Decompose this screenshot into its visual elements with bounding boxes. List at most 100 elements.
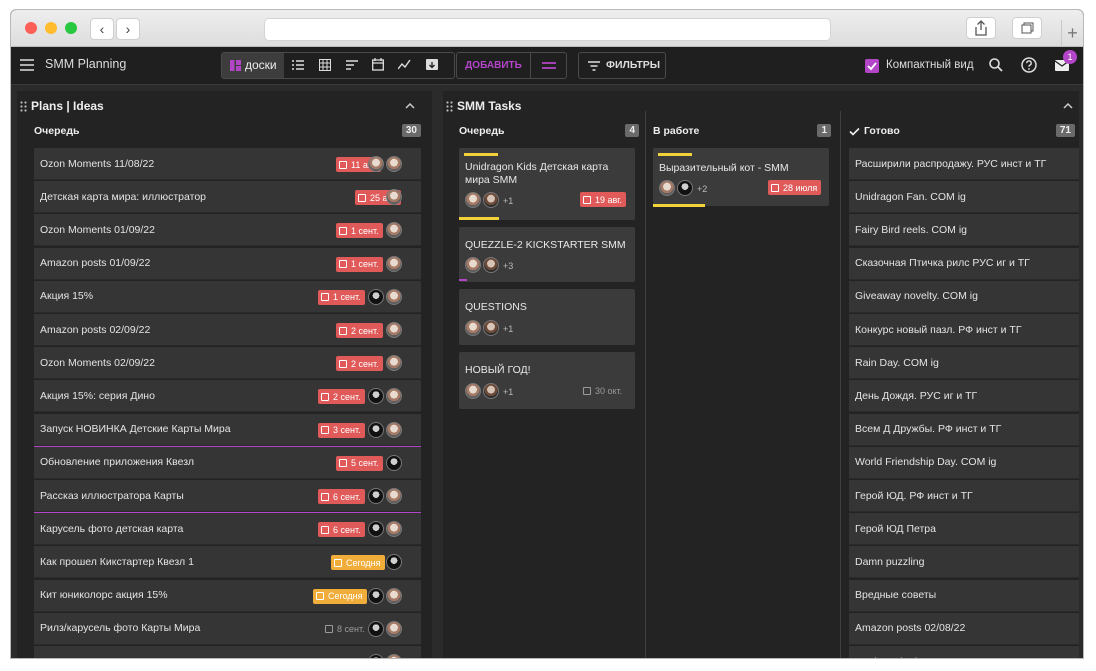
minimize-window-icon[interactable] [45, 22, 57, 34]
address-bar[interactable] [264, 18, 831, 41]
avatar[interactable] [368, 156, 384, 172]
avatar[interactable] [368, 620, 384, 637]
avatar[interactable] [386, 654, 402, 658]
avatar[interactable] [386, 421, 402, 438]
chart-view-icon[interactable] [398, 59, 411, 70]
avatar[interactable] [368, 587, 384, 604]
avatar[interactable] [386, 587, 402, 604]
avatar[interactable] [386, 222, 402, 239]
avatar[interactable] [677, 180, 693, 196]
avatar[interactable] [386, 355, 402, 372]
avatar[interactable] [368, 488, 384, 504]
back-icon[interactable]: ‹ [90, 18, 114, 40]
menu-icon[interactable] [19, 57, 35, 73]
list-item[interactable]: Запуск НОВИНКА Детские Карты Мира 3 сент. [34, 413, 421, 446]
list-item[interactable]: Герой ЮД Петра [849, 513, 1079, 546]
avatar[interactable] [386, 620, 402, 637]
avatar[interactable] [386, 255, 402, 272]
list-item[interactable]: Карусель фото детская карта 6 сент. [34, 512, 421, 546]
avatar[interactable] [368, 288, 384, 305]
help-icon[interactable] [1021, 57, 1037, 73]
due-date-badge: 6 сент. [318, 489, 365, 504]
list-item[interactable]: Герой ЮД. РФ инст и ТГ [849, 480, 1079, 512]
filters-button[interactable]: ФИЛЬТРЫ [578, 52, 666, 79]
list-item[interactable]: Рассказ иллюстратора Карты 6 сент. [34, 480, 421, 512]
avatar[interactable] [465, 320, 481, 336]
list-item[interactable]: Ozon Moments 11/08/22 11 авг. [34, 148, 421, 180]
avatar[interactable] [386, 521, 402, 538]
avatar[interactable] [483, 192, 499, 208]
gantt-view-icon[interactable] [346, 60, 358, 71]
share-icon[interactable] [966, 17, 996, 39]
table-view-icon[interactable] [319, 59, 331, 71]
list-item[interactable]: Ozon Moments 02/09/22 2 сент. [34, 347, 421, 380]
forward-icon[interactable]: › [116, 18, 140, 40]
list-item[interactable]: Всем Д Дружбы. РФ инст и ТГ [849, 413, 1079, 446]
list-item[interactable]: Amazon posts 02/09/22 2 сент. [34, 314, 421, 346]
list-item[interactable]: Расширили распродажу. РУС инст и ТГ [849, 148, 1079, 180]
list-item[interactable]: Как прошел Кикстартер Квезл 1 Сегодня [34, 546, 421, 579]
avatar[interactable] [465, 192, 481, 208]
avatar[interactable] [368, 421, 384, 438]
list-item[interactable]: Акция 15% 1 сент. [34, 280, 421, 313]
task-card[interactable]: QUESTIONS +1 [459, 289, 635, 345]
avatar[interactable] [483, 257, 499, 273]
list-item[interactable]: Damn puzzling [849, 546, 1079, 579]
avatar[interactable] [465, 383, 481, 399]
compact-view-checkbox[interactable] [865, 59, 879, 73]
avatar[interactable] [368, 388, 384, 405]
list-item[interactable]: Giveaway novelty. COM ig [849, 280, 1079, 313]
task-card[interactable]: НОВЫЙ ГОД! +1 30 окт. [459, 352, 635, 409]
list-item[interactable]: Акция 15%: серия Дино 2 сент. [34, 380, 421, 413]
list-item[interactable]: Рилз/карусель фото Карты Мира 8 сент. [34, 612, 421, 645]
tabs-icon[interactable] [1012, 17, 1042, 39]
drag-handle-icon[interactable] [20, 101, 27, 112]
list-item[interactable]: Fairy Bird reels. COM ig [849, 214, 1079, 247]
drag-handle-icon[interactable] [446, 101, 453, 112]
search-icon[interactable] [989, 58, 1003, 72]
avatar[interactable] [386, 156, 402, 172]
list-item[interactable]: Сказочная Птичка рилс РУС иг и ТГ [849, 247, 1079, 280]
list-item[interactable]: Ozon Moments 01/09/22 1 сент. [34, 214, 421, 247]
maximize-window-icon[interactable] [65, 22, 77, 34]
list-item[interactable]: Amazon posts 02/08/22 [849, 612, 1079, 645]
calendar-view-icon[interactable] [372, 58, 384, 71]
avatar[interactable] [465, 257, 481, 273]
avatar[interactable] [386, 322, 402, 338]
close-window-icon[interactable] [25, 22, 37, 34]
avatar[interactable] [386, 288, 402, 305]
new-tab-icon[interactable]: + [1061, 20, 1083, 47]
add-button[interactable]: ДОБАВИТЬ [457, 53, 531, 78]
archive-view-icon[interactable] [426, 58, 438, 71]
list-item[interactable]: Rain Day. COM ig [849, 347, 1079, 380]
list-view-icon[interactable] [292, 60, 304, 71]
avatar[interactable] [386, 488, 402, 504]
task-card[interactable]: QUEZZLE-2 KICKSTARTER SMM +3 [459, 227, 635, 282]
calendar-icon [339, 260, 347, 269]
list-item[interactable]: Unidragon Fan. COM ig [849, 181, 1079, 214]
collapse-icon[interactable] [405, 102, 415, 109]
avatar[interactable] [368, 521, 384, 538]
avatar[interactable] [483, 383, 499, 399]
list-item[interactable]: Amazon posts 01/09/22 1 сент. [34, 247, 421, 280]
avatar[interactable] [386, 554, 402, 571]
avatar[interactable] [386, 454, 402, 471]
avatar[interactable] [483, 320, 499, 336]
list-item[interactable]: Вредные советы [849, 579, 1079, 612]
add-more-icon[interactable] [542, 62, 556, 69]
avatar[interactable] [659, 180, 675, 196]
list-item[interactable]: День Дождя. РУС иг и ТГ [849, 380, 1079, 413]
avatar[interactable] [368, 654, 384, 658]
list-item[interactable]: Конкурс новый пазл. РФ инст и ТГ [849, 314, 1079, 346]
task-card[interactable]: Выразительный кот - SMM +2 28 июля [653, 148, 829, 207]
collapse-icon[interactable] [1063, 102, 1073, 109]
avatar[interactable] [386, 388, 402, 405]
task-card[interactable]: Unidragon Kids Детская карта мира SMM +1… [459, 148, 635, 220]
list-item[interactable]: Обновление приложения Квезл 5 сент. [34, 445, 421, 479]
list-item[interactable]: World Friendship Day. COM ig [849, 446, 1079, 479]
list-item[interactable]: Reels "to be happy" [849, 646, 1079, 658]
list-item[interactable]: Прелонч Квезл 2 8 сент. [34, 646, 421, 658]
view-boards-button[interactable]: доски [222, 53, 284, 78]
list-item[interactable]: Детская карта мира: иллюстратор 25 авг. [34, 181, 421, 214]
list-item[interactable]: Кит юниколорс акция 15% Сегодня [34, 579, 421, 612]
